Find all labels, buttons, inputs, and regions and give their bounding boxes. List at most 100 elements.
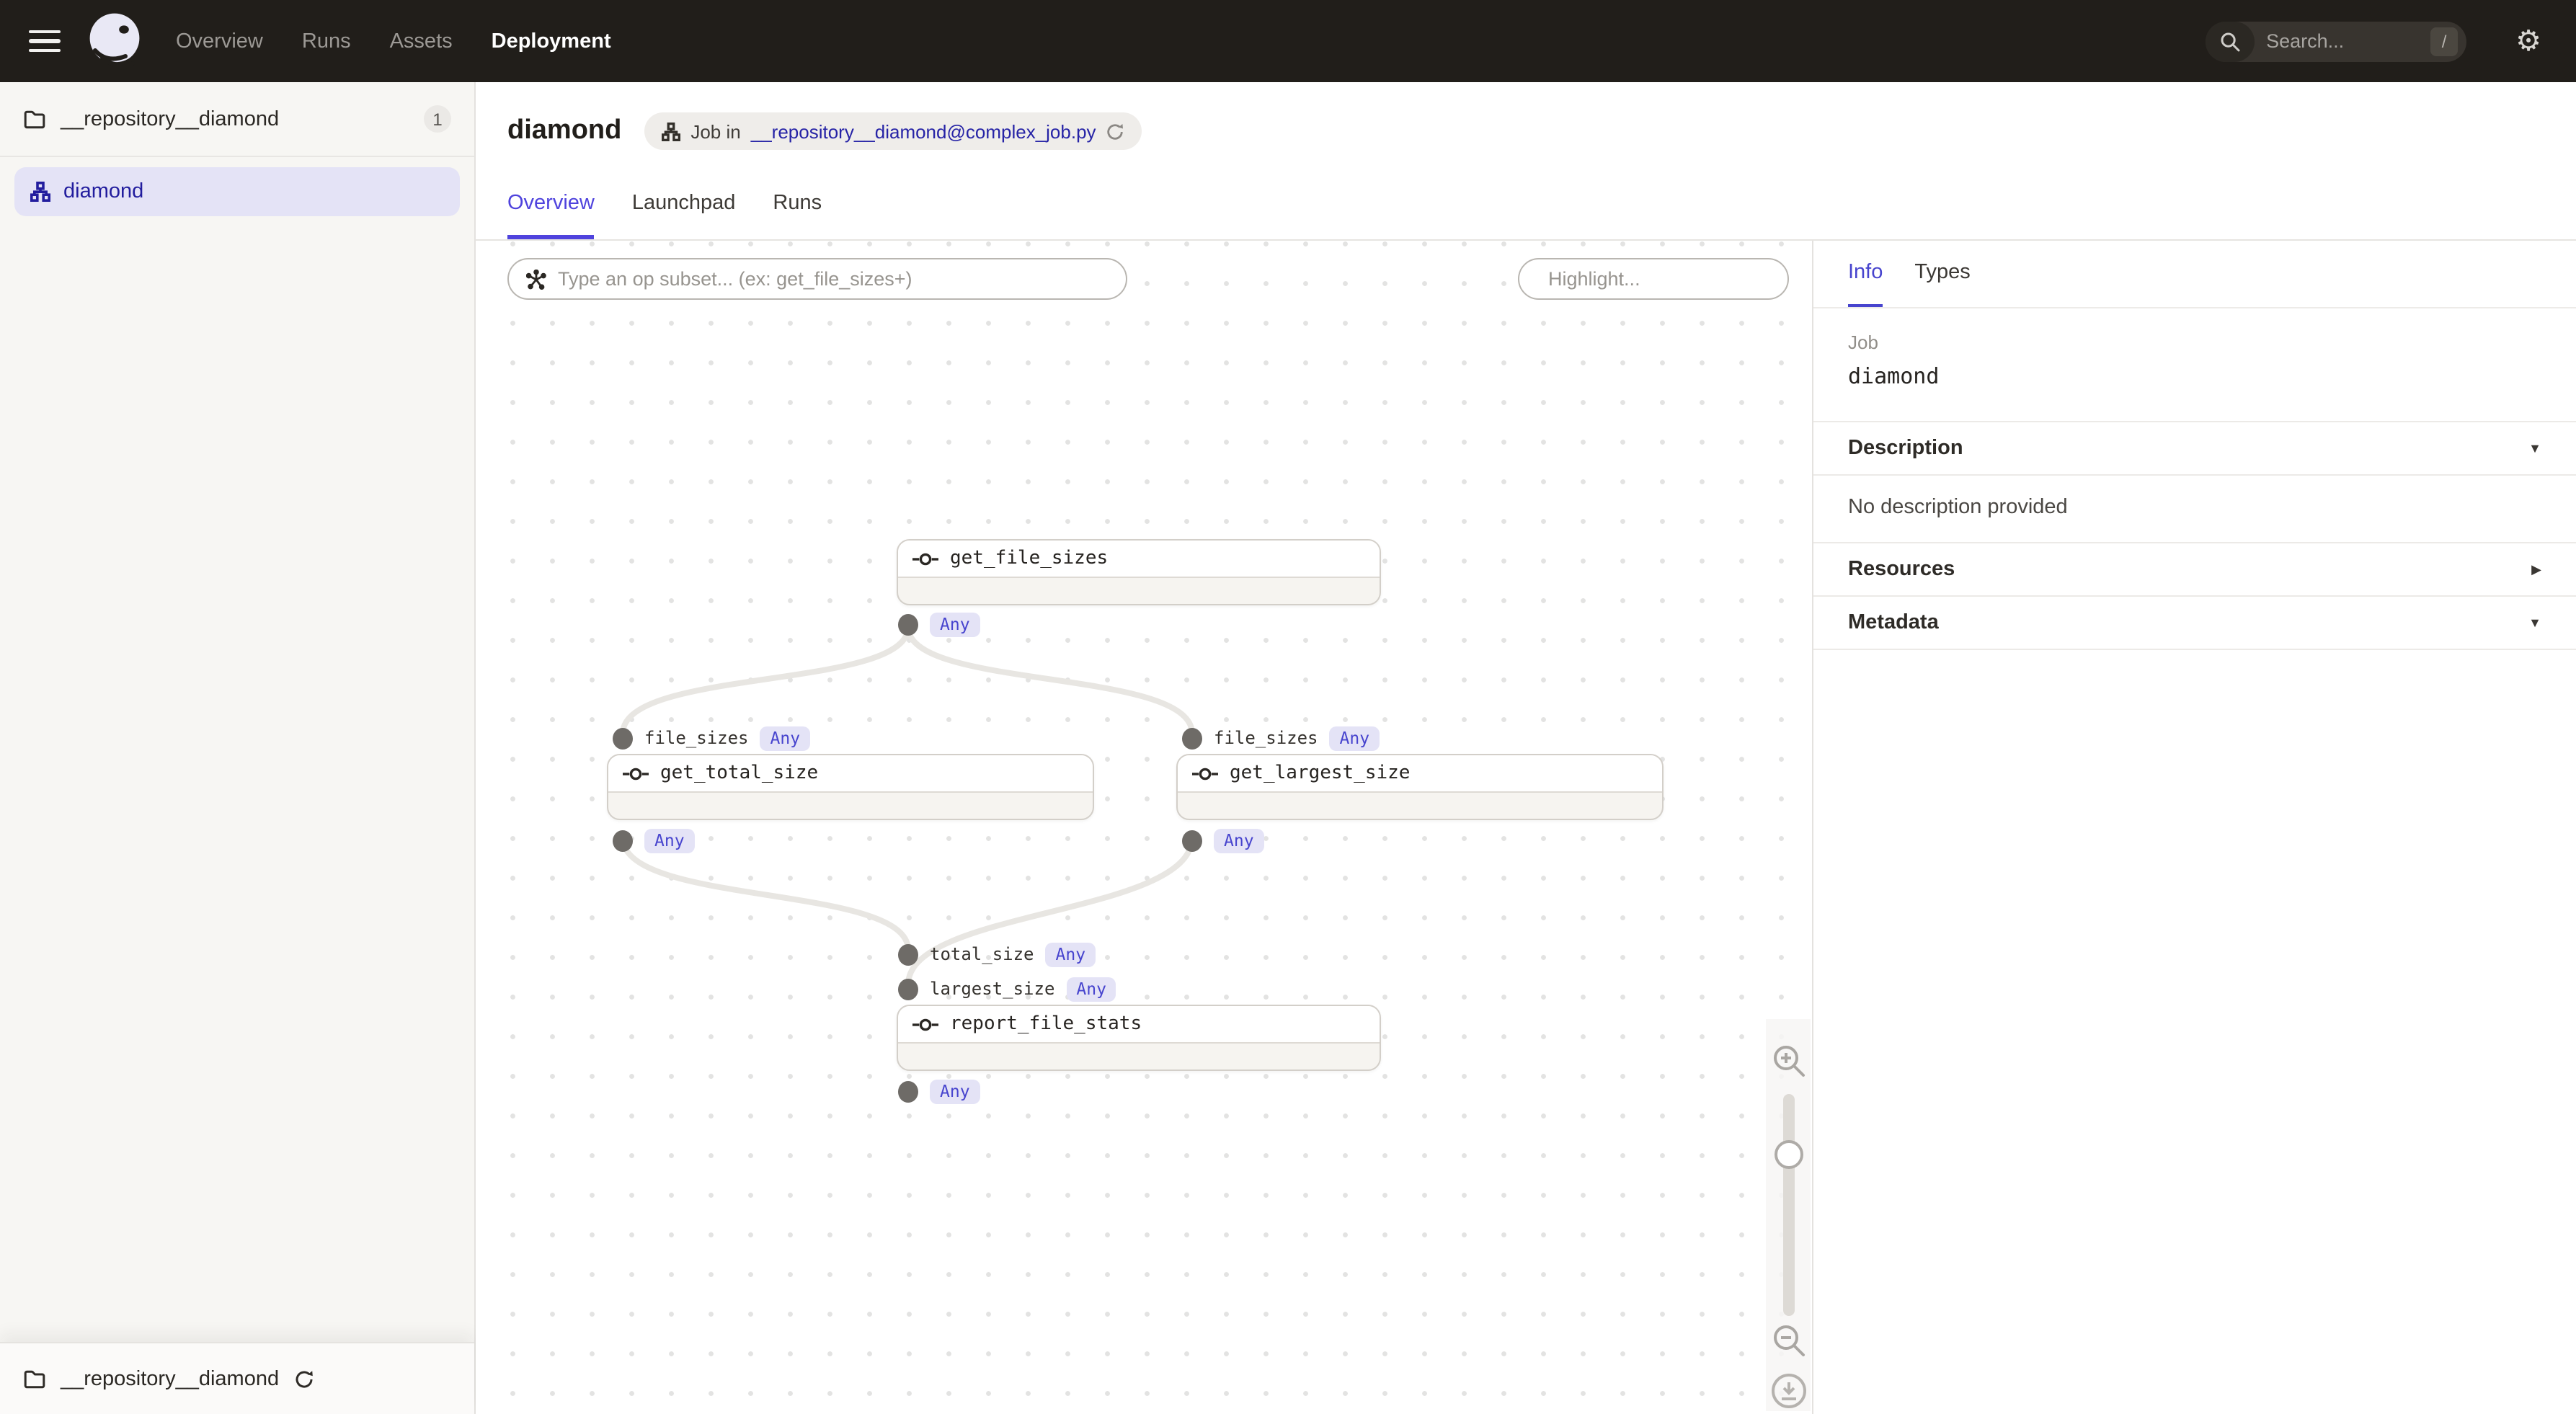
section-resources[interactable]: Resources ▶ xyxy=(1813,542,2576,595)
op-icon xyxy=(912,551,938,566)
download-image-icon[interactable] xyxy=(1769,1372,1807,1410)
port-dot xyxy=(1182,727,1202,749)
reload-icon[interactable] xyxy=(1106,122,1125,141)
input-port-total-size: total_size Any xyxy=(898,941,1096,967)
edge xyxy=(623,627,908,734)
port-dot xyxy=(1182,830,1202,851)
job-origin-pill: Job in __repository__diamond@complex_job… xyxy=(644,112,1142,150)
nav-item-deployment[interactable]: Deployment xyxy=(492,30,611,53)
output-port-get-file-sizes: Any xyxy=(898,611,980,637)
port-label: file_sizes xyxy=(1214,728,1318,748)
hamburger-menu-icon[interactable] xyxy=(29,30,61,53)
right-info-panel: Info Types Job diamond Description ▼ No … xyxy=(1812,241,2576,1414)
type-tag[interactable]: Any xyxy=(930,612,980,636)
op-name: get_largest_size xyxy=(1230,762,1410,784)
port-dot xyxy=(613,727,633,749)
op-name: get_total_size xyxy=(660,762,818,784)
job-graph-icon xyxy=(30,182,50,202)
tab-overview[interactable]: Overview xyxy=(507,189,595,239)
chevron-down-icon: ▼ xyxy=(2528,615,2541,630)
chevron-down-icon: ▼ xyxy=(2528,441,2541,455)
left-sidebar: __repository__diamond 1 diamond xyxy=(0,82,476,1414)
job-summary: Job diamond xyxy=(1813,308,2576,421)
type-tag[interactable]: Any xyxy=(760,726,811,750)
input-port-largest-size: largest_size Any xyxy=(898,976,1116,1002)
port-dot xyxy=(898,978,918,1000)
repository-name: __repository__diamond xyxy=(61,107,279,130)
op-node-get-largest-size[interactable]: get_largest_size xyxy=(1176,754,1664,820)
op-icon xyxy=(912,1017,938,1031)
job-pill-prefix: Job in xyxy=(690,120,740,142)
nav-item-overview[interactable]: Overview xyxy=(176,30,263,53)
op-selector-icon xyxy=(526,269,546,289)
main-area: diamond Job in __repository__diamond@com… xyxy=(476,82,2576,1414)
global-search[interactable]: Search... / xyxy=(2206,21,2466,61)
nav-item-runs[interactable]: Runs xyxy=(302,30,351,53)
tab-info[interactable]: Info xyxy=(1848,241,1883,307)
op-graph-canvas[interactable]: get_file_sizes Any file_sizes Any xyxy=(476,241,1812,1414)
port-label: largest_size xyxy=(930,979,1054,999)
zoom-slider-knob[interactable] xyxy=(1774,1140,1803,1169)
nav-links: Overview Runs Assets Deployment xyxy=(176,30,611,53)
port-dot xyxy=(898,613,918,635)
port-dot xyxy=(898,943,918,965)
job-graph-icon xyxy=(662,122,680,141)
folder-icon xyxy=(23,1369,46,1389)
op-subset-input[interactable] xyxy=(558,268,1109,290)
op-name: get_file_sizes xyxy=(950,548,1108,569)
port-label: file_sizes xyxy=(644,728,749,748)
op-node-get-total-size[interactable]: get_total_size xyxy=(607,754,1094,820)
panel-tabs: Info Types xyxy=(1813,241,2576,308)
type-tag[interactable]: Any xyxy=(930,1079,980,1103)
output-port-report-file-stats: Any xyxy=(898,1078,980,1104)
section-metadata[interactable]: Metadata ▼ xyxy=(1813,595,2576,649)
section-description[interactable]: Description ▼ xyxy=(1813,421,2576,474)
divider xyxy=(1813,649,2576,650)
input-port-file-sizes-right: file_sizes Any xyxy=(1182,725,1380,751)
type-tag[interactable]: Any xyxy=(1046,942,1096,966)
op-icon xyxy=(1192,766,1218,781)
dagster-logo[interactable] xyxy=(85,12,144,71)
type-tag[interactable]: Any xyxy=(1214,828,1264,853)
zoom-slider-track[interactable] xyxy=(1782,1094,1794,1316)
input-port-file-sizes-left: file_sizes Any xyxy=(613,725,810,751)
top-nav: Overview Runs Assets Deployment Search..… xyxy=(0,0,2576,82)
section-title: Metadata xyxy=(1848,611,1939,634)
job-name: diamond xyxy=(1848,363,2541,389)
op-node-get-file-sizes[interactable]: get_file_sizes xyxy=(897,539,1381,605)
page-title: diamond xyxy=(507,115,621,147)
tab-types[interactable]: Types xyxy=(1914,241,1970,307)
zoom-controls xyxy=(1766,1019,1811,1411)
edge xyxy=(908,627,1192,734)
op-name: report_file_stats xyxy=(950,1013,1142,1035)
nav-item-assets[interactable]: Assets xyxy=(390,30,453,53)
job-pill-repo-link[interactable]: __repository__diamond@complex_job.py xyxy=(751,120,1096,142)
type-tag[interactable]: Any xyxy=(1330,726,1380,750)
repository-row[interactable]: __repository__diamond 1 xyxy=(0,82,474,157)
section-title: Resources xyxy=(1848,558,1955,581)
op-subset-input-wrap xyxy=(507,258,1127,300)
chevron-right-icon: ▶ xyxy=(2531,561,2541,577)
output-port-get-largest-size: Any xyxy=(1182,827,1264,853)
job-label: Job xyxy=(1848,332,2541,353)
type-tag[interactable]: Any xyxy=(1066,977,1116,1001)
zoom-in-icon[interactable] xyxy=(1769,1042,1807,1080)
tab-runs[interactable]: Runs xyxy=(773,189,822,239)
dagster-app: Overview Runs Assets Deployment Search..… xyxy=(0,0,2576,1414)
search-icon xyxy=(2206,21,2255,61)
reload-repository-icon[interactable] xyxy=(293,1369,314,1389)
port-dot xyxy=(898,1080,918,1102)
highlight-input[interactable] xyxy=(1548,268,1803,290)
section-title: Description xyxy=(1848,437,1963,460)
type-tag[interactable]: Any xyxy=(644,828,695,853)
gear-icon[interactable]: ⚙ xyxy=(2515,27,2541,55)
port-dot xyxy=(613,830,633,851)
footer-repository-name: __repository__diamond xyxy=(61,1367,279,1390)
op-icon xyxy=(623,766,649,781)
output-port-get-total-size: Any xyxy=(613,827,695,853)
zoom-out-icon[interactable] xyxy=(1769,1322,1807,1359)
repository-job-count-badge: 1 xyxy=(424,105,451,133)
sidebar-item-diamond[interactable]: diamond xyxy=(14,167,460,216)
op-node-report-file-stats[interactable]: report_file_stats xyxy=(897,1005,1381,1071)
tab-launchpad[interactable]: Launchpad xyxy=(632,189,736,239)
